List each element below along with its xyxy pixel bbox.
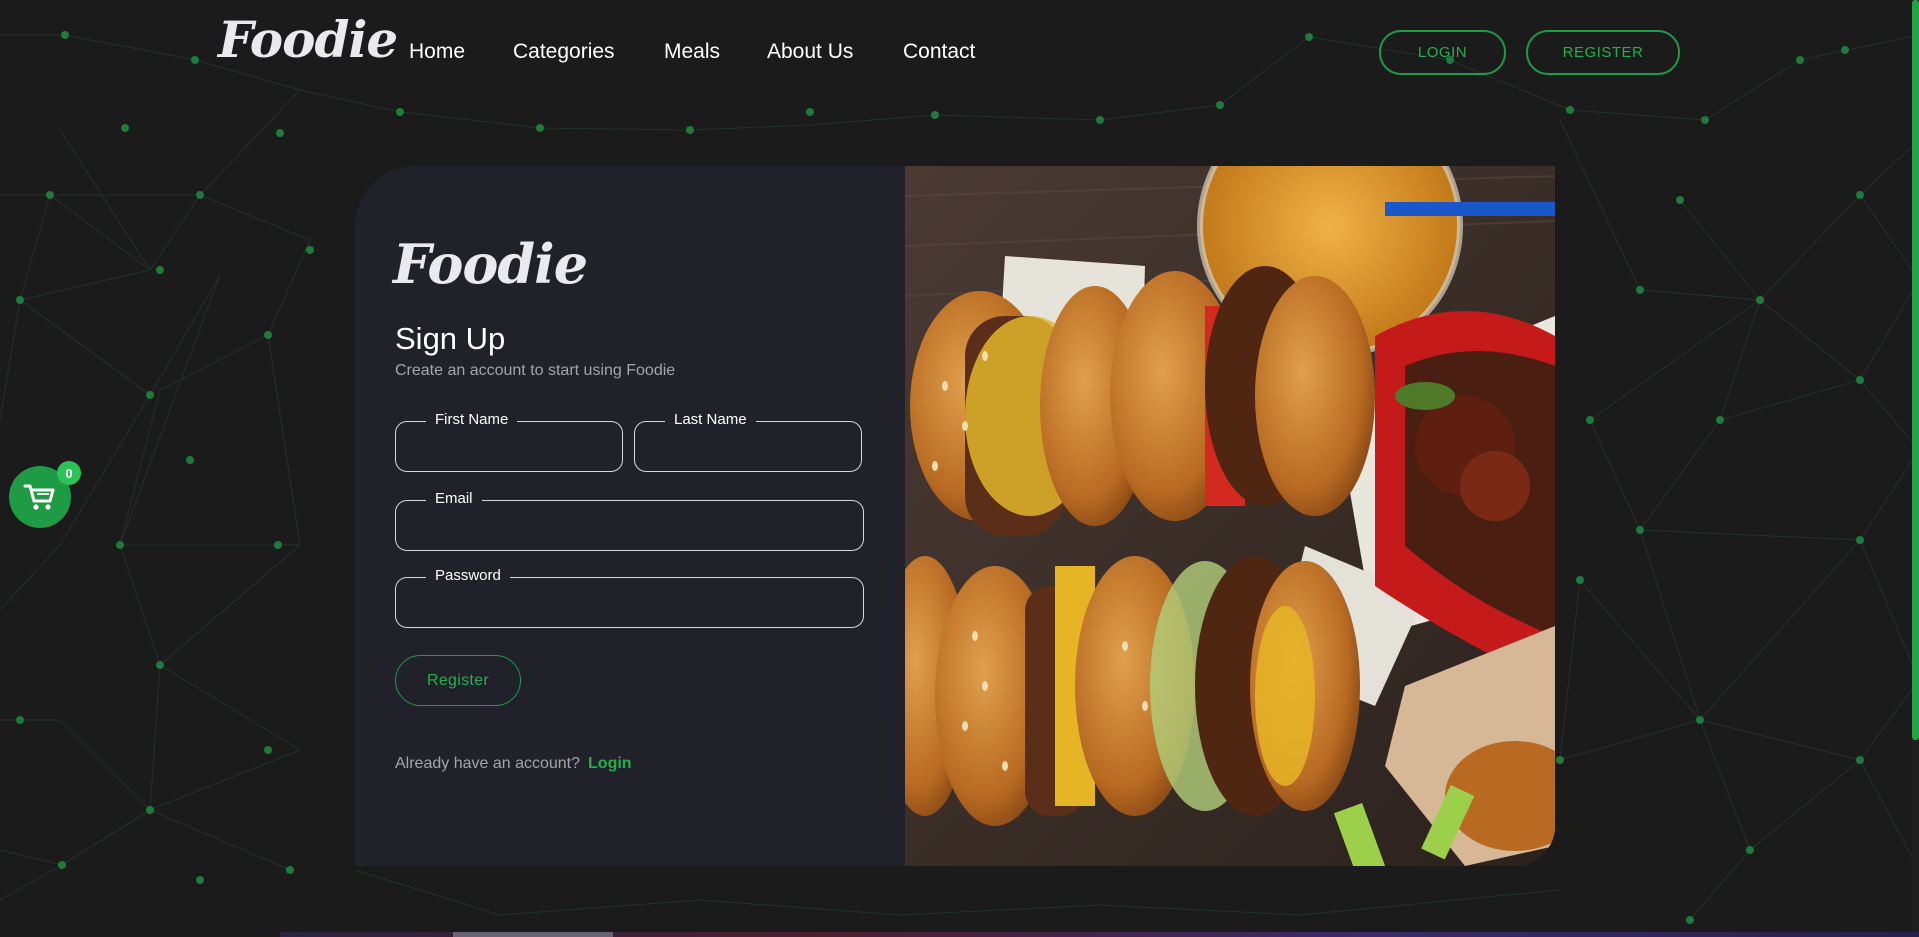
nav-link-meals[interactable]: Meals bbox=[664, 40, 720, 64]
email-field: Email bbox=[395, 490, 864, 551]
last-name-input[interactable] bbox=[635, 422, 861, 471]
shopping-cart-icon bbox=[23, 484, 55, 510]
signup-title: Sign Up bbox=[395, 321, 506, 356]
bottom-strip-segment bbox=[453, 932, 613, 937]
login-link[interactable]: Login bbox=[588, 755, 632, 772]
nav-link-categories[interactable]: Categories bbox=[513, 40, 615, 64]
last-name-field: Last Name bbox=[634, 411, 862, 472]
signup-form-panel: Foodie Sign Up Create an account to star… bbox=[355, 166, 905, 866]
nav-link-home[interactable]: Home bbox=[409, 40, 465, 64]
login-prompt: Already have an account? Login bbox=[395, 755, 632, 773]
already-account-text: Already have an account? bbox=[395, 755, 581, 772]
first-name-input[interactable] bbox=[396, 422, 622, 471]
page: Foodie Home Categories Meals About Us Co… bbox=[0, 0, 1919, 937]
register-button[interactable]: REGISTER bbox=[1526, 30, 1680, 75]
signup-card: Foodie Sign Up Create an account to star… bbox=[355, 166, 1555, 866]
signup-subtitle: Create an account to start using Foodie bbox=[395, 362, 676, 379]
nav-link-about-us[interactable]: About Us bbox=[767, 40, 853, 64]
page-scrollbar-thumb[interactable] bbox=[1912, 0, 1919, 740]
signup-register-button[interactable]: Register bbox=[395, 655, 521, 706]
password-input[interactable] bbox=[396, 578, 863, 627]
email-input[interactable] bbox=[396, 501, 863, 550]
form-logo: Foodie bbox=[393, 232, 588, 296]
login-button[interactable]: LOGIN bbox=[1379, 30, 1506, 75]
cart-count-badge: 0 bbox=[57, 461, 81, 485]
nav-logo[interactable]: Foodie bbox=[218, 10, 398, 69]
first-name-field: First Name bbox=[395, 411, 623, 472]
password-field: Password bbox=[395, 567, 864, 628]
nav-link-contact[interactable]: Contact bbox=[903, 40, 975, 64]
burger-food-photo bbox=[905, 166, 1555, 866]
burger-photo-illustration bbox=[905, 166, 1555, 866]
